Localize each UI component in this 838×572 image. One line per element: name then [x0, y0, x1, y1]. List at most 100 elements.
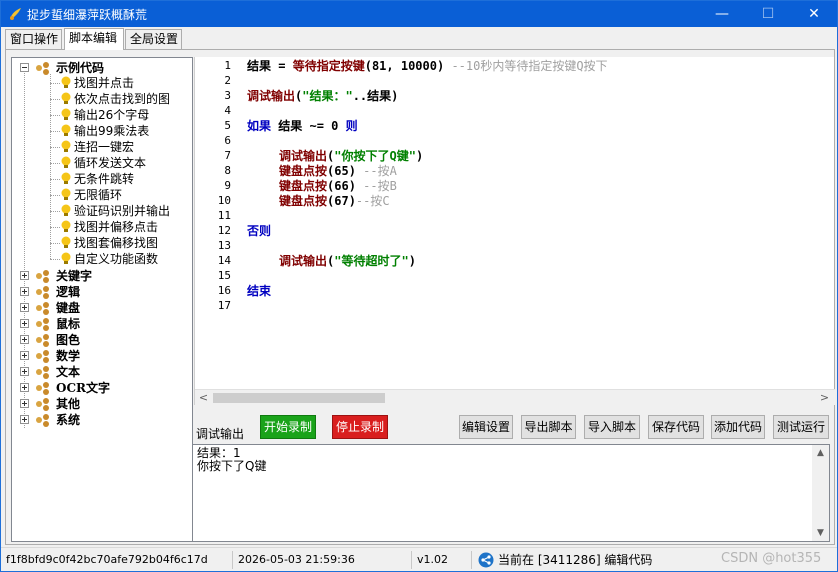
tab-window-ops[interactable]: 窗口操作 [5, 29, 62, 49]
code-line-1: 结果 = 等待指定按键(81, 10000) --10秒内等待指定按键Q按下 [247, 59, 608, 73]
expand-icon[interactable] [20, 303, 29, 312]
folder-icon [36, 270, 49, 283]
expand-icon[interactable] [20, 335, 29, 344]
tree-item-label: 找图套偏移找图 [74, 236, 159, 250]
expand-icon[interactable] [20, 383, 29, 392]
folder-icon [36, 318, 49, 331]
tab-global-settings[interactable]: 全局设置 [125, 29, 182, 49]
maximize-button[interactable]: ☐ [745, 1, 791, 27]
debug-output-label: 调试输出 [196, 427, 245, 441]
code-editor[interactable]: 1 2 3 4 5 6 7 8 9 10 11 12 13 14 15 16 1… [194, 57, 835, 405]
tree-item-label: 输出26个字母 [74, 108, 150, 122]
tree-item-label: 输出99乘法表 [74, 124, 150, 138]
scroll-right-icon[interactable]: > [816, 390, 833, 406]
tree-item-label: 找图并点击 [74, 76, 135, 90]
import-script-button[interactable]: 导入脚本 [584, 415, 640, 439]
expand-icon[interactable] [20, 351, 29, 360]
scroll-left-icon[interactable]: < [195, 390, 212, 406]
code-line-7: 调试输出("你按下了Q键") [279, 149, 424, 163]
line-number: 12 [217, 224, 231, 237]
line-number: 4 [224, 104, 231, 117]
tree-item-label: 循环发送文本 [74, 156, 147, 170]
tree-item-label: 找图并偏移点击 [74, 220, 159, 234]
stop-record-button[interactable]: 停止录制 [332, 415, 388, 439]
add-code-button[interactable]: 添加代码 [711, 415, 765, 439]
save-code-button[interactable]: 保存代码 [648, 415, 704, 439]
tab-script-edit[interactable]: 脚本编辑 [64, 28, 124, 50]
expand-icon[interactable] [20, 287, 29, 296]
code-line-3: 调试输出("结果："..结果) [247, 89, 399, 103]
tree-node-label: 图色 [56, 333, 81, 347]
line-number: 16 [217, 284, 231, 297]
line-number: 8 [224, 164, 231, 177]
test-run-button[interactable]: 测试运行 [773, 415, 829, 439]
output-vertical-scrollbar[interactable]: ▲ ▼ [812, 445, 829, 541]
line-number: 1 [224, 59, 231, 72]
scrollbar-thumb[interactable] [213, 393, 385, 403]
status-version: v1.02 [417, 553, 449, 566]
scroll-down-icon[interactable]: ▼ [812, 525, 829, 541]
tree-node-label: 系统 [56, 413, 81, 427]
line-number: 7 [224, 149, 231, 162]
folder-icon [36, 366, 49, 379]
line-number: 13 [217, 239, 231, 252]
line-number: 2 [224, 74, 231, 87]
output-line: 你按下了Q键 [197, 459, 267, 473]
line-number: 3 [224, 89, 231, 102]
tree-item-label: 无限循环 [74, 188, 123, 202]
tree-node-examples[interactable]: 示例代码 [18, 60, 188, 76]
expand-icon[interactable] [20, 319, 29, 328]
line-number: 15 [217, 269, 231, 282]
tree-item-label: 连招一键宏 [74, 140, 135, 154]
tree-node-label: 关键字 [56, 269, 93, 283]
script-edit-panel: 示例代码 找图并点击 依次点击找到的图 输出26个字母 输出99乘法表 连招一键… [5, 49, 835, 545]
line-number: 14 [217, 254, 231, 267]
code-text-area[interactable]: 结果 = 等待指定按键(81, 10000) --10秒内等待指定按键Q按下 调… [247, 57, 827, 389]
folder-icon [36, 302, 49, 315]
scroll-up-icon[interactable]: ▲ [812, 445, 829, 461]
tree-node-label: 数学 [56, 349, 81, 363]
line-number: 6 [224, 134, 231, 147]
folder-icon [36, 350, 49, 363]
watermark: CSDN @hot355 [721, 551, 822, 566]
folder-icon [36, 286, 49, 299]
expand-icon[interactable] [20, 399, 29, 408]
edit-settings-button[interactable]: 编辑设置 [459, 415, 513, 439]
export-script-button[interactable]: 导出脚本 [521, 415, 576, 439]
folder-icon [36, 334, 49, 347]
line-number: 5 [224, 119, 231, 132]
code-line-14: 调试输出("等待超时了") [279, 254, 416, 268]
line-number: 10 [217, 194, 231, 207]
tree-node-label: 鼠标 [56, 317, 81, 331]
tree-node-label: 其他 [56, 397, 81, 411]
collapse-icon[interactable] [20, 63, 29, 72]
tree-item-label: 自定义功能函数 [74, 252, 159, 266]
folder-icon [36, 62, 49, 75]
line-number: 9 [224, 179, 231, 192]
expand-icon[interactable] [20, 271, 29, 280]
status-current: 当前在 [3411286] 编辑代码 [498, 553, 653, 567]
status-datetime: 2026-05-03 21:59:36 [238, 553, 355, 566]
code-tree[interactable]: 示例代码 找图并点击 依次点击找到的图 输出26个字母 输出99乘法表 连招一键… [11, 57, 193, 542]
code-line-9: 键盘点按(66) --按B [279, 179, 397, 193]
debug-output-box[interactable]: 结果：1 你按下了Q键 ▲ ▼ [192, 444, 830, 542]
folder-icon [36, 382, 49, 395]
line-number-gutter: 1 2 3 4 5 6 7 8 9 10 11 12 13 14 15 16 1… [195, 57, 235, 389]
main-window: 捉步蜇细瀑萍跃概酥荒 — ☐ ✕ 窗口操作 脚本编辑 全局设置 示例代码 找图并… [0, 0, 838, 572]
window-title: 捉步蜇细瀑萍跃概酥荒 [27, 8, 148, 22]
tree-item-label: 依次点击找到的图 [74, 92, 171, 106]
folder-icon [36, 414, 49, 427]
tree-node-label: 逻辑 [56, 285, 81, 299]
expand-icon[interactable] [20, 415, 29, 424]
code-line-5: 如果 结果 ~= 0 则 [247, 119, 358, 133]
minimize-button[interactable]: — [699, 1, 745, 27]
tree-item-label: 验证码识别并输出 [74, 204, 171, 218]
line-number: 11 [217, 209, 231, 222]
expand-icon[interactable] [20, 367, 29, 376]
close-button[interactable]: ✕ [791, 1, 837, 27]
start-record-button[interactable]: 开始录制 [260, 415, 316, 439]
tree-item-label: 无条件跳转 [74, 172, 135, 186]
editor-horizontal-scrollbar[interactable]: < > [195, 389, 835, 405]
title-bar[interactable]: 捉步蜇细瀑萍跃概酥荒 — ☐ ✕ [1, 1, 837, 27]
share-icon [478, 552, 494, 568]
